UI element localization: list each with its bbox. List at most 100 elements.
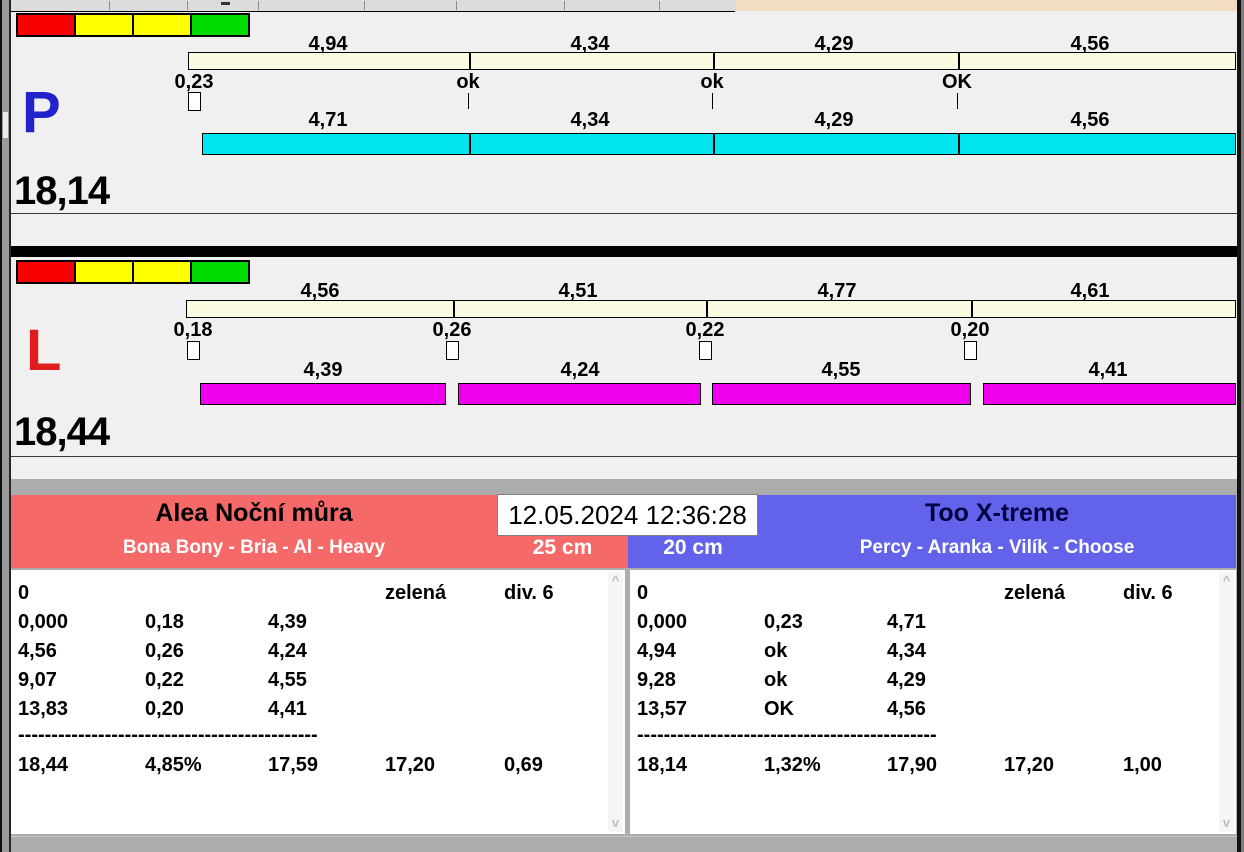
header-cell-divider [187,1,188,10]
lane-total-p: 18,14 [14,169,110,213]
header-cell-divider [109,1,110,10]
panel-separator [11,246,1237,257]
header-strip-right [735,0,1238,11]
lap-progress-bar-l [458,383,701,405]
jump-height-badge: 20 cm [663,536,723,559]
summary-cell: 17,20 [385,754,436,776]
left-scrollbar-thumb[interactable] [3,112,8,138]
bar-divider [453,301,455,317]
lap-cell: 4,29 [887,669,926,691]
team-lineup: Bona Bony - Bria - Al - Heavy [122,537,386,558]
table-scrollbar[interactable]: ^ v [1219,572,1234,832]
checkpoint-box [446,341,459,360]
bottom-status-bar [8,836,1240,837]
lap-cell: 4,94 [637,640,676,662]
jump-height-badge: 25 cm [532,536,593,559]
light-yellow1-icon [74,13,134,37]
split-time-label: 4,77 [817,280,857,302]
table-scrollbar[interactable]: ^ v [608,572,623,832]
summary-cell: 18,14 [637,754,688,776]
team-name: Too X-treme [925,499,1069,527]
lap-cell: 4,39 [268,611,307,633]
faults-value: 0 [637,582,649,604]
lap-progress-bar-l [712,383,971,405]
header-cell-divider [364,1,365,10]
bar-divider [469,53,471,69]
summary-cell: 0,69 [504,754,543,776]
split-time-label: 4,51 [558,280,598,302]
light-red-icon [16,260,76,284]
division-label: div. 6 [504,582,554,604]
split-time-label: 4,94 [308,33,348,55]
scroll-up-icon[interactable]: ^ [1219,574,1234,588]
lap-cell: 9,07 [18,669,57,691]
bar-divider [713,53,715,69]
team-name: Alea Noční můra [155,499,353,527]
division-label: div. 6 [1123,582,1173,604]
header-cell-divider [258,1,259,10]
lap-cell: 0,23 [764,611,803,633]
clock: 12.05.2024 12:36:28 [497,494,758,536]
split-scale-bar [186,300,1236,318]
lane-letter-p: P [22,80,61,145]
minimize-icon[interactable] [221,2,230,5]
lap-cell: 0,26 [145,640,184,662]
summary-cell: 17,90 [887,754,938,776]
separator-dashes: ----------------------------------------… [637,724,937,746]
result-table-left: 0 zelená div. 6 0,000 0,18 4,39 4,56 0,2… [11,570,625,834]
lap-cell: 13,57 [637,698,688,720]
split-time-label: 4,34 [570,33,610,55]
start-lights [16,260,250,284]
checkpoint-box [699,341,712,360]
lap-cell: 0,000 [637,611,688,633]
lap-time-label: 4,55 [821,359,861,381]
lap-time-label: 4,29 [814,109,854,131]
split-time-label: 4,29 [814,33,854,55]
bar-divider [706,301,708,317]
checkpoint-label: 0,26 [432,319,472,341]
scroll-down-icon[interactable]: v [608,816,623,830]
checkpoint-label: 0,22 [685,319,725,341]
lap-time-label: 4,24 [560,359,600,381]
window-header-strip [11,0,735,12]
summary-cell: 1,00 [1123,754,1162,776]
light-yellow2-icon [132,13,192,37]
scroll-up-icon[interactable]: ^ [608,574,623,588]
lap-cell: ok [764,669,788,691]
lap-cell: 4,56 [887,698,926,720]
summary-cell: 4,85% [145,754,202,776]
lap-cell: 13,83 [18,698,69,720]
lane-total-l: 18,44 [14,410,110,454]
lap-time-label: 4,41 [1088,359,1128,381]
lap-cell: 0,20 [145,698,184,720]
light-status: zelená [1004,582,1066,604]
checkpoint-tick [712,93,713,109]
scroll-down-icon[interactable]: v [1219,816,1234,830]
checkpoint-box [964,341,977,360]
light-yellow1-icon [74,260,134,284]
summary-cell: 17,59 [268,754,319,776]
faults-value: 0 [18,582,30,604]
lap-progress-bar-p [202,133,1236,155]
lap-progress-bar-l [983,383,1236,405]
checkpoint-tick [468,93,469,109]
lap-cell: 4,56 [18,640,57,662]
lap-cell: ok [764,640,788,662]
bar-divider [713,134,715,154]
window-left-border-inner [9,0,11,852]
light-status: zelená [385,582,447,604]
split-scale-bar [188,52,1236,70]
checkpoint-label: 0,18 [173,319,213,341]
bar-divider [971,301,973,317]
lap-cell: 4,24 [268,640,307,662]
lap-time-label: 4,34 [570,109,610,131]
lap-progress-bar-l [200,383,446,405]
lap-cell: 4,34 [887,640,926,662]
lap-cell: 4,71 [887,611,926,633]
header-cell-divider [564,1,565,10]
summary-cell: 17,20 [1004,754,1055,776]
lap-cell: 0,000 [18,611,69,633]
light-green-icon [190,260,250,284]
start-lights [16,13,250,37]
split-time-label: 4,56 [300,280,340,302]
